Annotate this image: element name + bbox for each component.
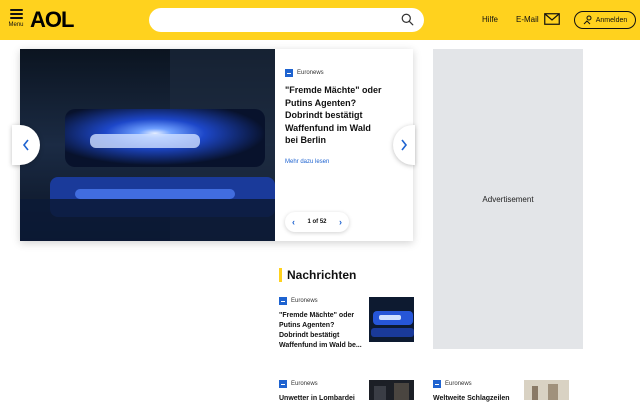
email-label: E-Mail (516, 14, 539, 24)
news-headline[interactable]: Unwetter in Lombardei (279, 394, 365, 404)
login-label: Anmelden (595, 16, 628, 24)
advertisement[interactable]: Advertisement (433, 49, 583, 349)
news-thumbnail[interactable] (524, 380, 569, 400)
news-source: Euronews (279, 297, 365, 305)
header: Menu AOL Hilfe E-Mail Anmelden (0, 0, 640, 40)
menu-label: Menu (8, 22, 24, 28)
pager-prev-icon[interactable]: ‹ (292, 217, 295, 227)
email-link[interactable]: E-Mail (516, 13, 560, 25)
help-link[interactable]: Hilfe (482, 15, 498, 24)
scene-thumbnail (524, 380, 569, 400)
police-light-thumbnail (369, 297, 414, 342)
euronews-logo-icon (433, 380, 441, 388)
news-source-name: Euronews (445, 381, 472, 387)
news-item[interactable]: Euronews Unwetter in Lombardei (279, 380, 365, 404)
hero-source-name: Euronews (297, 70, 324, 76)
chevron-left-icon (22, 139, 29, 151)
storm-thumbnail (369, 380, 414, 400)
search-input[interactable] (149, 8, 389, 32)
hero-carousel: Euronews "Fremde Mächte" oder Putins Age… (20, 49, 413, 241)
news-item[interactable]: Euronews Weltweite Schlagzeilen (433, 380, 519, 404)
menu-button[interactable]: Menu (7, 9, 25, 33)
euronews-logo-icon (279, 297, 287, 305)
news-item[interactable]: Euronews "Fremde Mächte" oder Putins Age… (279, 297, 365, 351)
login-button[interactable]: Anmelden (574, 11, 636, 29)
news-source: Euronews (279, 380, 365, 388)
news-thumbnail[interactable] (369, 380, 414, 400)
search-icon[interactable] (401, 13, 414, 26)
read-more-link[interactable]: Mehr dazu lesen (285, 159, 403, 165)
news-source-name: Euronews (291, 381, 318, 387)
user-icon (583, 15, 592, 25)
search-bar[interactable] (149, 8, 424, 32)
hero-headline[interactable]: "Fremde Mächte" oder Putins Agenten? Dob… (285, 84, 385, 147)
news-source: Euronews (433, 380, 519, 388)
euronews-logo-icon (285, 69, 293, 77)
aol-logo[interactable]: AOL (30, 9, 74, 31)
news-section-heading: Nachrichten (279, 268, 356, 282)
section-title: Nachrichten (287, 268, 357, 282)
carousel-pager: ‹ 1 of 52 › (285, 212, 349, 232)
news-headline[interactable]: Weltweite Schlagzeilen (433, 394, 519, 404)
advertisement-label: Advertisement (482, 194, 534, 204)
news-source-name: Euronews (291, 298, 318, 304)
news-thumbnail[interactable] (369, 297, 414, 342)
chevron-right-icon (401, 139, 408, 151)
police-light-image (20, 49, 275, 241)
hero-image[interactable] (20, 49, 275, 241)
pager-count: 1 of 52 (307, 219, 327, 225)
pager-next-icon[interactable]: › (339, 217, 342, 227)
hero-source: Euronews (285, 69, 403, 77)
news-headline[interactable]: "Fremde Mächte" oder Putins Agenten? Dob… (279, 311, 365, 351)
mail-icon (543, 13, 560, 25)
hamburger-icon (9, 9, 23, 19)
section-accent-bar (279, 268, 282, 282)
euronews-logo-icon (279, 380, 287, 388)
